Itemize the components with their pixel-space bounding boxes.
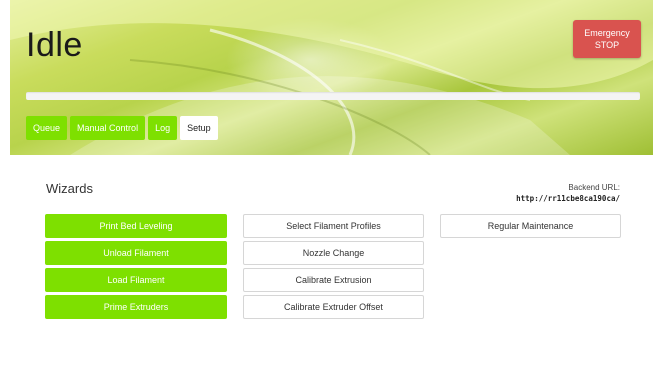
status-title: Idle	[26, 26, 83, 64]
tab-manual-control[interactable]: Manual Control	[70, 116, 146, 140]
calibrate-extruder-offset-button[interactable]: Calibrate Extruder Offset	[243, 295, 424, 319]
header-banner: Idle Emergency STOP Queue Manual Control…	[10, 0, 653, 155]
select-filament-profiles-button[interactable]: Select Filament Profiles	[243, 214, 424, 238]
job-progress-bar	[26, 92, 640, 100]
tab-queue[interactable]: Queue	[26, 116, 68, 140]
calibrate-extrusion-button[interactable]: Calibrate Extrusion	[243, 268, 424, 292]
regular-maintenance-button[interactable]: Regular Maintenance	[440, 214, 621, 238]
main-tabs: Queue Manual Control Log Setup	[26, 116, 218, 140]
wizard-column-maintenance: Regular Maintenance	[440, 214, 621, 238]
print-bed-leveling-button[interactable]: Print Bed Leveling	[45, 214, 227, 238]
unload-filament-button[interactable]: Unload Filament	[45, 241, 227, 265]
emergency-stop-line2: STOP	[594, 40, 620, 50]
prime-extruders-button[interactable]: Prime Extruders	[45, 295, 227, 319]
emergency-stop-line1: Emergency	[584, 28, 630, 38]
backend-url-label: Backend URL:	[568, 183, 620, 192]
wizards-heading: Wizards	[46, 181, 93, 196]
wizard-column-secondary: Select Filament Profiles Nozzle Change C…	[243, 214, 424, 319]
tab-setup[interactable]: Setup	[180, 116, 218, 140]
backend-info: Backend URL: http://rr11cbe8ca190ca/	[516, 183, 620, 203]
nozzle-change-button[interactable]: Nozzle Change	[243, 241, 424, 265]
wizard-column-primary: Print Bed Leveling Unload Filament Load …	[45, 214, 227, 319]
load-filament-button[interactable]: Load Filament	[45, 268, 227, 292]
backend-url-value: http://rr11cbe8ca190ca/	[516, 194, 620, 203]
tab-log[interactable]: Log	[148, 116, 178, 140]
emergency-stop-button[interactable]: Emergency STOP	[573, 20, 641, 58]
